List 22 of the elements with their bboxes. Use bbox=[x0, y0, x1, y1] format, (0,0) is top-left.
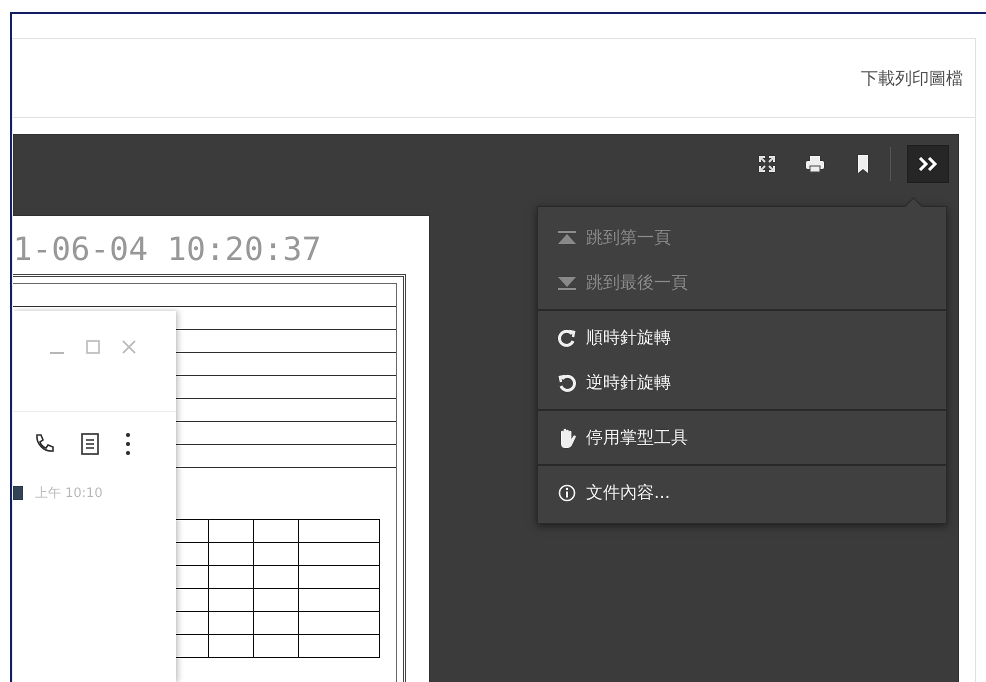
avatar-icon bbox=[13, 486, 23, 500]
rotate-clockwise-icon bbox=[558, 328, 576, 346]
info-icon bbox=[558, 484, 576, 502]
more-icon[interactable] bbox=[125, 432, 131, 456]
timestamp: 1-06-04 10:20:37 bbox=[13, 230, 322, 268]
rotate-counterclockwise-icon bbox=[558, 374, 576, 392]
more-button[interactable] bbox=[907, 145, 949, 183]
double-chevron-icon bbox=[918, 157, 938, 171]
menu-item[interactable]: 順時針旋轉 bbox=[538, 315, 946, 360]
phone-icon[interactable] bbox=[33, 433, 55, 455]
menu-item[interactable]: 逆時針旋轉 bbox=[538, 360, 946, 405]
note-icon[interactable] bbox=[81, 433, 99, 455]
download-print-link[interactable]: 下載列印圖檔 bbox=[861, 66, 963, 90]
menu-item[interactable]: 文件內容... bbox=[538, 470, 946, 515]
hand-icon bbox=[558, 428, 576, 448]
jump-to-bottom-icon bbox=[558, 276, 576, 290]
bookmark-icon bbox=[858, 155, 868, 173]
jump-to-top-icon bbox=[558, 230, 576, 244]
message-time: 上午 10:10 bbox=[35, 485, 103, 502]
printer-icon bbox=[805, 155, 825, 173]
fullscreen-icon bbox=[758, 155, 776, 173]
menu-item[interactable]: 停用掌型工具 bbox=[538, 415, 946, 460]
